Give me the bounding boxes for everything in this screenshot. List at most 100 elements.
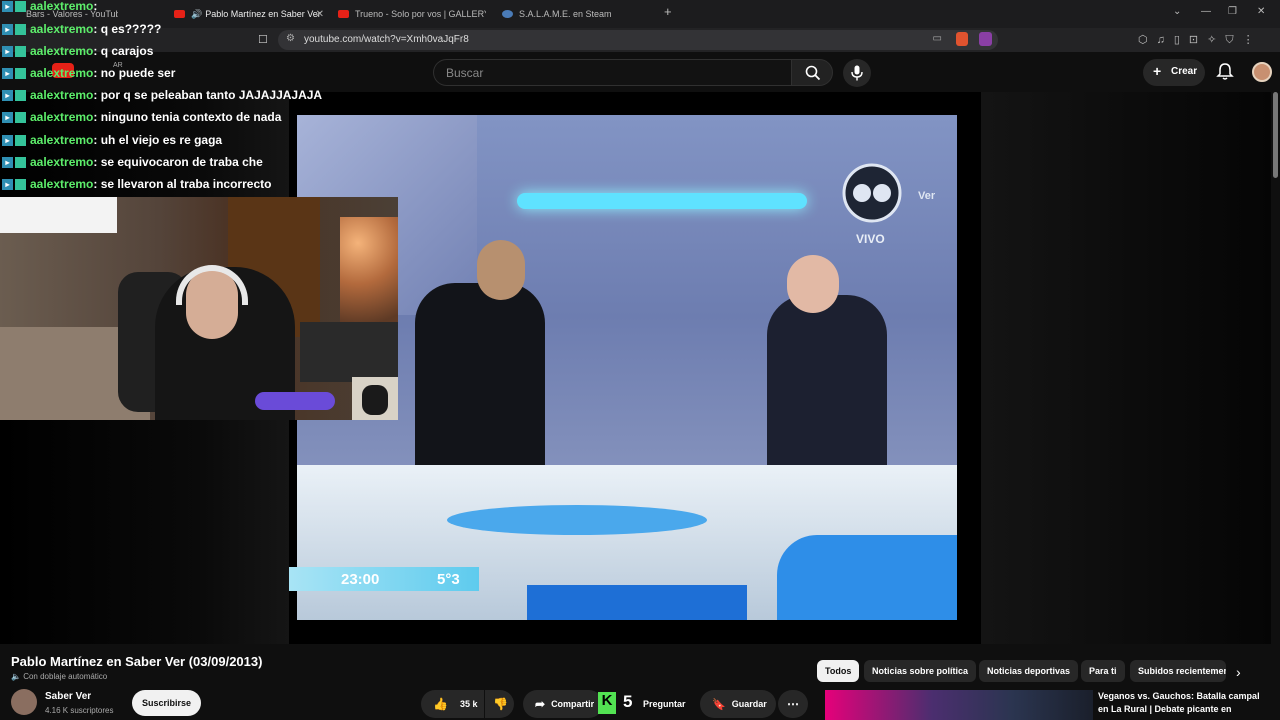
- url-field[interactable]: ⚙ youtube.com/watch?v=Xmh0vaJqFr8 ▭: [278, 30, 998, 50]
- ask-label: Preguntar: [643, 699, 686, 709]
- new-tab-icon[interactable]: +: [664, 4, 672, 19]
- notifications-bell-icon[interactable]: [1215, 62, 1235, 82]
- search-button[interactable]: [791, 59, 833, 86]
- more-actions-button[interactable]: ⋯: [778, 690, 808, 718]
- sub-badge-icon: [15, 89, 26, 101]
- partner-badge-icon: ▸: [2, 23, 13, 35]
- site-info-icon[interactable]: ⚙: [286, 33, 295, 44]
- cast-icon[interactable]: ▭: [933, 33, 942, 44]
- tab-list-icon[interactable]: ⌄: [1173, 6, 1181, 17]
- desk-base: [527, 585, 747, 620]
- speaker-icon: 🔊: [191, 8, 203, 19]
- more-icon: ⋯: [787, 697, 799, 711]
- tab-trueno[interactable]: Trueno - Solo por vos | GALLERY SES: [338, 0, 486, 28]
- overlay-temperature: 5°3: [437, 571, 460, 588]
- live-label: VIVO: [856, 232, 885, 246]
- chat-text: : uh el viejo es re gaga: [93, 133, 223, 147]
- close-tab-icon[interactable]: ✕: [316, 9, 324, 20]
- browser-tab-bar: Bars - Valores - YouTube 🔊 Pablo Martíne…: [0, 0, 1280, 28]
- streamer-webcam: [0, 197, 398, 420]
- sub-badge-icon: [15, 0, 26, 12]
- overlay-time: 23:00: [341, 571, 380, 588]
- cat-overlay: [352, 377, 398, 420]
- chat-username: aalextremo: [30, 110, 94, 124]
- chat-username: aalextremo: [30, 66, 94, 80]
- recommended-thumbnail[interactable]: [825, 690, 1093, 720]
- sub-badge-icon: [15, 67, 26, 79]
- thumbs-up-icon: 👍: [433, 697, 448, 711]
- plus-icon: +: [1153, 63, 1162, 79]
- filter-chip-deportivas[interactable]: Noticias deportivas: [979, 660, 1079, 682]
- chat-username: aalextremo: [30, 44, 94, 58]
- voice-search-button[interactable]: [843, 59, 871, 87]
- restore-icon[interactable]: ❐: [1228, 6, 1237, 17]
- url-text: youtube.com/watch?v=Xmh0vaJqFr8: [304, 34, 469, 45]
- dislike-button[interactable]: 👎: [485, 690, 514, 718]
- guest-face: [477, 240, 525, 300]
- sub-badge-icon: [15, 45, 26, 57]
- chat-message: ▸ aalextremo: por q se peleaban tanto JAJ…: [2, 86, 322, 104]
- rewards-icon[interactable]: [979, 32, 992, 46]
- chat-message: ▸ aalextremo: q carajos: [2, 42, 153, 60]
- save-label: Guardar: [731, 699, 767, 709]
- tab-steam[interactable]: S.A.L.A.M.E. en Steam: [502, 0, 652, 28]
- studio-light-bar: [517, 193, 807, 209]
- ask-button[interactable]: Preguntar: [641, 690, 693, 718]
- partner-badge-icon: ▸: [2, 111, 13, 123]
- webcam-window: [0, 197, 117, 233]
- search-placeholder: Buscar: [446, 66, 484, 80]
- channel-name[interactable]: Saber Ver: [45, 691, 91, 702]
- filter-chip-todos[interactable]: Todos: [817, 660, 860, 682]
- filter-chip-politica[interactable]: Noticias sobre política: [864, 660, 977, 682]
- video-title: Pablo Martínez en Saber Ver (03/09/2013): [11, 654, 263, 669]
- chat-text: : ninguno tenia contexto de nada: [93, 110, 282, 124]
- filter-chip-recientes[interactable]: Subidos recientemente: [1130, 660, 1226, 682]
- steam-icon: [502, 10, 513, 18]
- tab-pablo-martinez[interactable]: 🔊 Pablo Martínez en Saber Ver ✕: [174, 0, 324, 28]
- close-window-icon[interactable]: ✕: [1257, 6, 1265, 17]
- bookmark-icon[interactable]: ☐: [258, 33, 268, 46]
- dubbing-label: Con doblaje automático: [23, 672, 108, 681]
- subscribe-button[interactable]: Suscribirse: [132, 690, 201, 716]
- partner-badge-icon: ▸: [2, 67, 13, 79]
- page-scrollbar[interactable]: [1271, 92, 1280, 644]
- chat-text: : por q se peleaban tanto JAJAJJAJAJA: [93, 88, 323, 102]
- save-button[interactable]: 🔖 Guardar: [700, 690, 776, 718]
- chat-username: aalextremo: [30, 0, 94, 13]
- sub-badge-icon: [15, 178, 26, 190]
- like-count: 35 k: [459, 699, 478, 709]
- share-icon: ➦: [535, 697, 546, 711]
- studio-desk: [297, 465, 957, 620]
- browser-toolbar-icons: ⬡♫▯⊡✧⛉⋮: [1138, 34, 1263, 46]
- filter-chip-para-ti[interactable]: Para ti: [1081, 660, 1125, 682]
- chevron-right-icon[interactable]: ›: [1236, 664, 1241, 680]
- kick-logo-icon: K: [598, 692, 616, 714]
- channel-bug-logo: [842, 163, 902, 223]
- account-avatar[interactable]: [1252, 62, 1272, 82]
- chat-username: aalextremo: [30, 177, 94, 191]
- share-button[interactable]: ➦ Compartir: [523, 690, 603, 718]
- sub-badge-icon: [15, 23, 26, 35]
- channel-avatar[interactable]: [11, 689, 37, 715]
- webcam-monitor: [300, 322, 398, 382]
- chat-username: aalextremo: [30, 88, 94, 102]
- chat-text: : se equivocaron de traba che: [93, 155, 263, 169]
- subscriber-count: 4.16 K suscriptores: [45, 706, 114, 715]
- dubbing-note: 🔈 Con doblaje automático: [11, 672, 107, 681]
- search-input[interactable]: Buscar: [433, 59, 791, 86]
- chat-message: ▸ aalextremo: ninguno tenia contexto de n…: [2, 108, 281, 126]
- create-button[interactable]: + Crear: [1143, 59, 1205, 86]
- stream-counter: 5: [623, 692, 633, 711]
- recommended-title[interactable]: Veganos vs. Gauchos: Batalla campal en L…: [1098, 690, 1268, 716]
- sub-badge-icon: [15, 111, 26, 123]
- minimize-icon[interactable]: —: [1201, 6, 1211, 17]
- like-button[interactable]: 👍 35 k: [421, 690, 484, 718]
- dubbing-icon: 🔈: [11, 672, 21, 681]
- brave-shield-icon[interactable]: [956, 32, 968, 46]
- guest-person: [415, 283, 545, 473]
- partner-badge-icon: ▸: [2, 178, 13, 190]
- partner-badge-icon: ▸: [2, 89, 13, 101]
- host-face: [787, 255, 839, 313]
- share-label: Compartir: [551, 699, 595, 709]
- scrollbar-thumb[interactable]: [1273, 92, 1278, 178]
